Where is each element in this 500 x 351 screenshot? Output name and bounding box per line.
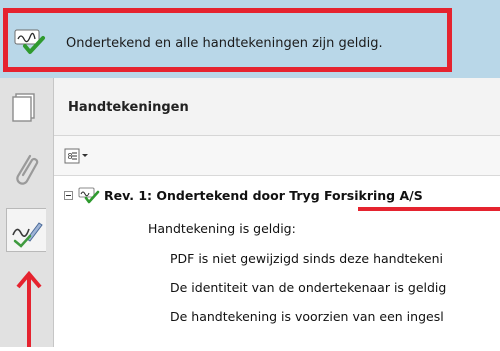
signature-valid-icon xyxy=(78,187,100,205)
signature-status-item[interactable]: Handtekening is geldig: xyxy=(148,221,296,236)
revision-label: Rev. 1: Ondertekend door Tryg Forsikring… xyxy=(104,188,423,203)
collapse-toggle-icon[interactable] xyxy=(64,191,73,200)
annotation-arrow-icon xyxy=(14,270,44,347)
signature-status-bar: Ondertekend en alle handtekeningen zijn … xyxy=(0,0,500,78)
detail-item-timestamp[interactable]: De handtekening is voorzien van een inge… xyxy=(170,309,444,324)
pages-button[interactable] xyxy=(6,86,46,130)
signature-tree: Rev. 1: Ondertekend door Tryg Forsikring… xyxy=(54,176,500,347)
paperclip-icon xyxy=(6,154,46,196)
panel-title: Handtekeningen xyxy=(68,100,189,115)
detail-item-identity[interactable]: De identiteit van de ondertekenaar is ge… xyxy=(170,280,446,295)
svg-text:8: 8 xyxy=(68,152,73,161)
panel-toolbar: 8 xyxy=(54,136,500,176)
annotation-highlight-box xyxy=(3,8,452,72)
options-menu-icon: 8 xyxy=(64,148,88,164)
signature-pen-icon xyxy=(7,222,47,257)
attachments-button[interactable] xyxy=(6,148,46,192)
options-menu-button[interactable]: 8 xyxy=(64,148,94,164)
panel-header: Handtekeningen xyxy=(54,78,500,136)
annotation-underline xyxy=(358,207,500,211)
signatures-button[interactable] xyxy=(6,208,46,252)
signatures-panel: Handtekeningen 8 Rev. 1: Ondertekend doo… xyxy=(54,78,500,347)
pages-icon xyxy=(6,93,46,134)
detail-item-unmodified[interactable]: PDF is niet gewijzigd sinds deze handtek… xyxy=(170,251,443,266)
